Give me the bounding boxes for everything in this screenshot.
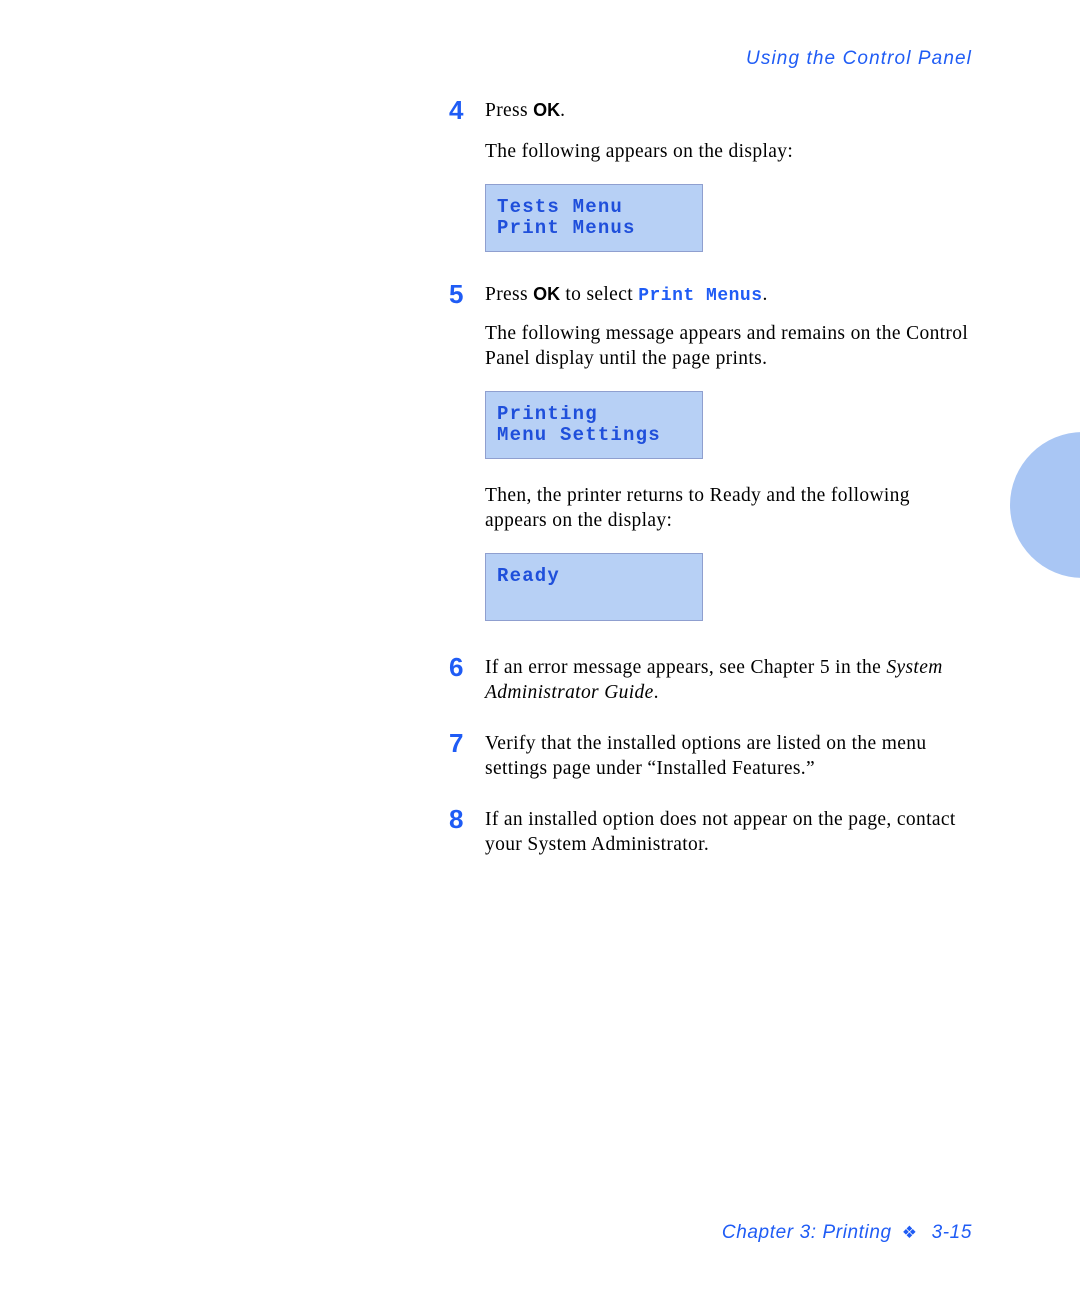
step-6-text-post: . [653,682,659,703]
running-header: Using the Control Panel [746,48,972,69]
step-5-text: Press OK to select Print Menus. [485,282,969,309]
page-edge-tab-marker [1010,432,1080,578]
step-8-text: If an installed option does not appear o… [485,809,956,855]
step-number: 4 [449,95,464,125]
footer-chapter: Chapter 3: Printing [721,1222,892,1243]
lcd-display-ready: Ready [485,553,703,621]
diamond-ornament-icon: ❖ [901,1223,918,1242]
step-4-note: The following appears on the display: [449,139,969,164]
step-number: 6 [449,652,464,682]
lcd-line-1: Tests Menu [497,196,624,218]
step-5-text-post: . [762,284,768,305]
step-4-text-pre: Press [485,100,534,121]
step-4-text-post: . [560,100,566,121]
step-5-note-2: Then, the printer returns to Ready and t… [449,483,969,533]
lcd-display-tests-menu: Tests Menu Print Menus [485,184,703,252]
step-5-paragraph: The following message appears and remain… [485,323,969,369]
lcd-panel-1-wrap: Tests Menu Print Menus [449,184,969,252]
step-5-text-pre: Press [485,284,534,305]
step-4: 4 Press OK. [449,95,969,125]
step-5-menu-value: Print Menus [638,286,763,306]
step-5-note: The following message appears and remain… [449,321,969,371]
step-5-paragraph-2: Then, the printer returns to Ready and t… [485,485,910,531]
step-6-text: If an error message appears, see Chapter… [485,655,969,705]
step-7-text: Verify that the installed options are li… [485,733,927,779]
lcd-panel-3-wrap: Ready [449,553,969,621]
step-5-text-mid: to select [560,284,639,305]
step-6-text-pre: If an error message appears, see Chapter… [485,657,887,678]
footer-page-number: 3-15 [931,1222,972,1243]
step-5-key-ok: OK [533,284,561,304]
step-4-key-ok: OK [533,100,561,120]
lcd-line-1: Printing [497,403,598,425]
lcd-line-2: Menu Settings [497,424,661,446]
step-7: 7 Verify that the installed options are … [449,728,969,781]
step-4-paragraph: The following appears on the display: [485,141,794,162]
step-8: 8 If an installed option does not appear… [449,804,969,857]
step-number: 8 [449,804,464,834]
step-number: 5 [449,279,464,309]
lcd-panel-2-wrap: Printing Menu Settings [449,391,969,459]
page-footer: Chapter 3: Printing ❖ 3-15 [722,1222,972,1244]
lcd-line-1: Ready [497,565,561,587]
lcd-display-printing: Printing Menu Settings [485,391,703,459]
step-4-text: Press OK. [485,98,969,123]
page-content: 4 Press OK. The following appears on the… [449,95,969,857]
step-6: 6 If an error message appears, see Chapt… [449,652,969,705]
lcd-line-2: Print Menus [497,217,636,239]
lcd-line-2 [497,587,702,608]
step-5: 5 Press OK to select Print Menus. [449,279,969,309]
step-number: 7 [449,728,464,758]
